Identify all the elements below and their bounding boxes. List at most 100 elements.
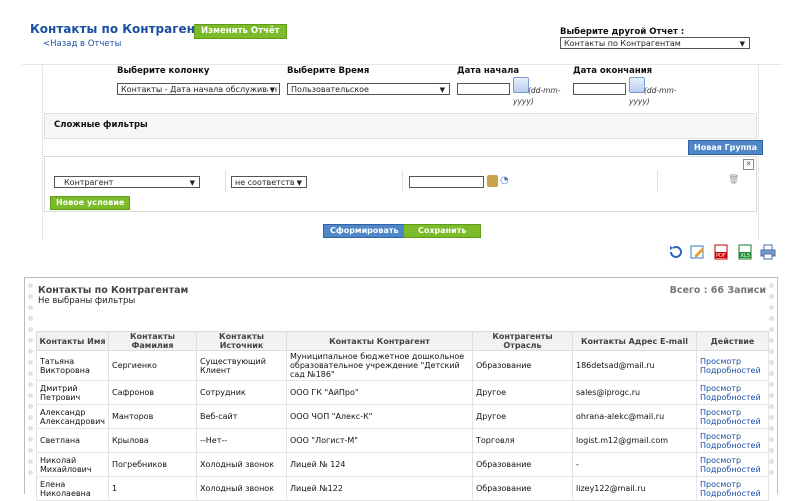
cell-last-name: Сергиенко bbox=[108, 350, 197, 381]
condition-field-value: Контрагент bbox=[64, 178, 114, 187]
cell-first-name: Александр Александрович bbox=[36, 404, 109, 429]
end-date-format-year: yyyy) bbox=[629, 97, 650, 106]
cell-account: Лицей № 124 bbox=[286, 452, 473, 477]
cell-first-name: Николай Михайлович bbox=[36, 452, 109, 477]
column-header: Действие bbox=[696, 331, 769, 351]
condition-field-select[interactable]: Контрагент ▼ bbox=[54, 176, 200, 188]
new-group-button[interactable]: Новая Группа bbox=[688, 140, 764, 155]
column-header[interactable]: Контакты Источник bbox=[196, 331, 287, 351]
cell-last-name: Погребников bbox=[108, 452, 197, 477]
cell-email: lizey122@mail.ru bbox=[572, 476, 697, 501]
table-row: Александр Александрович Манторов Веб-сай… bbox=[36, 404, 769, 429]
end-date-input[interactable] bbox=[573, 83, 626, 95]
other-report-label: Выберите другой Отчет : bbox=[560, 27, 685, 37]
back-to-reports-link[interactable]: <Назад в Отчеты bbox=[43, 39, 121, 49]
divider bbox=[402, 170, 403, 192]
cell-industry: Образование bbox=[472, 452, 573, 477]
other-report-select[interactable]: Контакты по Контрагентам ▼ bbox=[560, 37, 750, 49]
cell-industry: Торговля bbox=[472, 428, 573, 453]
calendar-icon[interactable] bbox=[629, 77, 645, 93]
cell-account: Муниципальное бюджетное дошкольное образ… bbox=[286, 350, 473, 381]
cell-source: --Нет-- bbox=[196, 428, 287, 453]
edit-report-button[interactable]: Изменить Отчёт bbox=[194, 24, 287, 39]
cell-source: Веб-сайт bbox=[196, 404, 287, 429]
column-header[interactable]: Контакты Контрагент bbox=[286, 331, 473, 351]
start-date-format: (dd-mm- bbox=[528, 86, 561, 95]
divider bbox=[657, 170, 658, 192]
chevron-down-icon: ▼ bbox=[267, 84, 275, 94]
column-select[interactable]: Контакты - Дата начала обслуживан ▼ bbox=[117, 83, 280, 95]
condition-value-input[interactable] bbox=[409, 176, 484, 188]
print-icon[interactable] bbox=[760, 244, 776, 260]
column-header[interactable]: Контакты Адрес E-mail bbox=[572, 331, 697, 351]
refresh-icon[interactable] bbox=[668, 244, 684, 260]
cell-email: logist.m12@gmail.com bbox=[572, 428, 697, 453]
condition-operator-select[interactable]: не соответств ▼ bbox=[231, 176, 307, 188]
end-date-format: (dd-mm- bbox=[644, 86, 677, 95]
new-condition-button[interactable]: Новое условие bbox=[50, 196, 131, 210]
calendar-icon[interactable] bbox=[513, 77, 529, 93]
excel-icon[interactable]: XLS bbox=[737, 244, 753, 260]
svg-text:XLS: XLS bbox=[741, 253, 750, 259]
close-icon[interactable]: ✕ bbox=[743, 159, 754, 170]
cell-email: ohrana-alekc@mail.ru bbox=[572, 404, 697, 429]
edit-icon[interactable] bbox=[690, 244, 706, 260]
end-date-label: Дата окончания bbox=[573, 66, 653, 76]
complex-filters-label: Сложные фильтры bbox=[54, 120, 148, 130]
pdf-icon[interactable]: PDF bbox=[713, 244, 729, 260]
table-row: Татьяна Викторовна Сергиенко Существующи… bbox=[36, 350, 769, 381]
view-details-link[interactable]: Просмотр Подробностей bbox=[696, 380, 769, 405]
page-title: Контакты по Контрагентам bbox=[30, 22, 220, 36]
cell-industry: Другое bbox=[472, 380, 573, 405]
start-date-input[interactable] bbox=[457, 83, 510, 95]
chevron-down-icon: ▼ bbox=[189, 179, 195, 187]
cell-last-name: 1 bbox=[108, 476, 197, 501]
save-button[interactable]: Сохранить bbox=[403, 224, 482, 238]
cell-email: - bbox=[572, 452, 697, 477]
cell-source: Существующий Клиент bbox=[196, 350, 287, 381]
frame-decoration bbox=[769, 283, 775, 493]
view-details-link[interactable]: Просмотр Подробностей bbox=[696, 350, 769, 381]
field-picker-icon[interactable] bbox=[487, 175, 498, 187]
column-header[interactable]: Контрагенты Отрасль bbox=[472, 331, 573, 351]
generate-button[interactable]: Сформировать bbox=[323, 224, 406, 238]
table-row: Дмитрий Петрович Сафронов Сотрудник ООО … bbox=[36, 380, 769, 405]
table-row: Николай Михайлович Погребников Холодный … bbox=[36, 452, 769, 477]
divider bbox=[225, 170, 226, 192]
cell-source: Сотрудник bbox=[196, 380, 287, 405]
cell-industry: Другое bbox=[472, 404, 573, 429]
complex-filters-bar bbox=[44, 113, 757, 139]
no-filters-label: Не выбраны фильтры bbox=[38, 296, 136, 306]
other-report-value: Контакты по Контрагентам bbox=[564, 39, 681, 48]
frame-decoration bbox=[28, 283, 34, 493]
time-select[interactable]: Пользовательское ▼ bbox=[287, 83, 450, 95]
cell-first-name: Дмитрий Петрович bbox=[36, 380, 109, 405]
cell-first-name: Татьяна Викторовна bbox=[36, 350, 109, 381]
time-value: Пользовательское bbox=[291, 85, 369, 94]
table-header-row: Контакты Имя Контакты Фамилия Контакты И… bbox=[36, 331, 769, 351]
view-details-link[interactable]: Просмотр Подробностей bbox=[696, 428, 769, 453]
start-date-label: Дата начала bbox=[457, 66, 520, 76]
cell-email: 186detsad@mail.ru bbox=[572, 350, 697, 381]
cell-account: ООО ГК "АйПро" bbox=[286, 380, 473, 405]
table-row: Светлана Крылова --Нет-- ООО "Логист-М" … bbox=[36, 428, 769, 453]
column-value: Контакты - Дата начала обслуживан bbox=[121, 85, 278, 94]
view-details-link[interactable]: Просмотр Подробностей bbox=[696, 476, 769, 501]
cell-first-name: Светлана bbox=[36, 428, 109, 453]
trash-icon[interactable]: 🗑 bbox=[728, 176, 739, 185]
cell-source: Холодный звонок bbox=[196, 476, 287, 501]
cell-account: Лицей №122 bbox=[286, 476, 473, 501]
view-details-link[interactable]: Просмотр Подробностей bbox=[696, 452, 769, 477]
start-date-format-year: yyyy) bbox=[513, 97, 534, 106]
column-header[interactable]: Контакты Имя bbox=[36, 331, 109, 351]
clear-icon[interactable]: ◔ bbox=[500, 175, 511, 187]
cell-first-name: Елена Николаевна bbox=[36, 476, 109, 501]
column-header[interactable]: Контакты Фамилия bbox=[108, 331, 197, 351]
view-details-link[interactable]: Просмотр Подробностей bbox=[696, 404, 769, 429]
chevron-down-icon: ▼ bbox=[739, 40, 745, 48]
report-table: Контакты Имя Контакты Фамилия Контакты И… bbox=[36, 331, 769, 501]
cell-account: ООО "Логист-М" bbox=[286, 428, 473, 453]
svg-text:PDF: PDF bbox=[716, 253, 726, 259]
cell-last-name: Манторов bbox=[108, 404, 197, 429]
chevron-down-icon: ▼ bbox=[439, 86, 445, 94]
